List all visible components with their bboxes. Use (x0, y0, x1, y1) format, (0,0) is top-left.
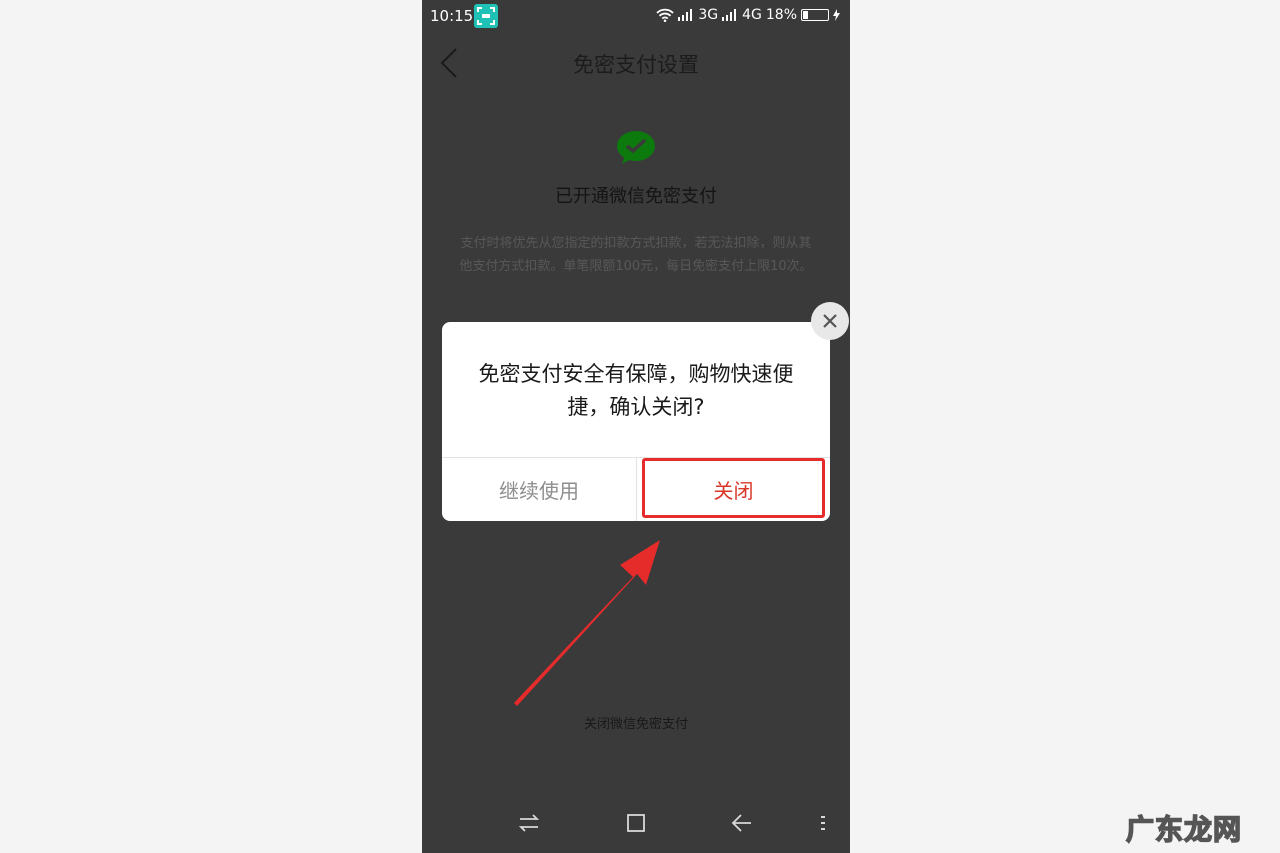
page-title: 免密支付设置 (573, 53, 699, 77)
square-icon[interactable] (625, 812, 647, 834)
description-text: 支付时将优先从您指定的扣款方式扣款，若无法扣除，则从其他支付方式扣款。单笔限额1… (459, 236, 813, 274)
wifi-icon (656, 8, 674, 22)
enabled-status-title: 已开通微信免密支付 (555, 186, 717, 207)
network-type-1: 3G (698, 7, 719, 23)
confirm-dialog: 免密支付安全有保障，购物快速便捷，确认关闭? 继续使用 关闭 (442, 322, 830, 521)
screenshot-icon (474, 4, 498, 28)
wechat-icon (617, 131, 655, 164)
watermark: 广东龙网 (1125, 812, 1242, 847)
back-arrow-icon[interactable] (731, 812, 753, 834)
signal-icon (722, 9, 737, 21)
status-indicators: 3G 4G 18% (656, 7, 840, 23)
system-navigation-bar (422, 806, 850, 842)
charging-icon (833, 9, 840, 21)
disable-link[interactable]: 关闭微信免密支付 (422, 713, 850, 732)
dialog-message-text: 免密支付安全有保障，购物快速便捷，确认关闭? (478, 362, 794, 419)
battery-icon (801, 9, 829, 21)
close-button[interactable]: 关闭 (637, 458, 830, 521)
dialog-close-button[interactable] (811, 302, 849, 340)
close-icon (823, 314, 837, 328)
menu-dots-icon[interactable] (818, 812, 828, 834)
status-time: 10:15 (430, 7, 474, 25)
battery-percent: 18% (765, 7, 797, 23)
continue-button[interactable]: 继续使用 (442, 458, 636, 521)
dialog-message: 免密支付安全有保障，购物快速便捷，确认关闭? (442, 358, 830, 424)
network-type-2: 4G (742, 7, 762, 23)
switch-arrows-icon[interactable] (518, 812, 540, 834)
signal-icon (678, 9, 693, 21)
phone-screen: 10:15 3G 4G 18% 免密支付设置 已开通微信免密支付 支付时将优先从… (422, 0, 850, 853)
status-bar: 10:15 3G 4G 18% (422, 0, 850, 33)
